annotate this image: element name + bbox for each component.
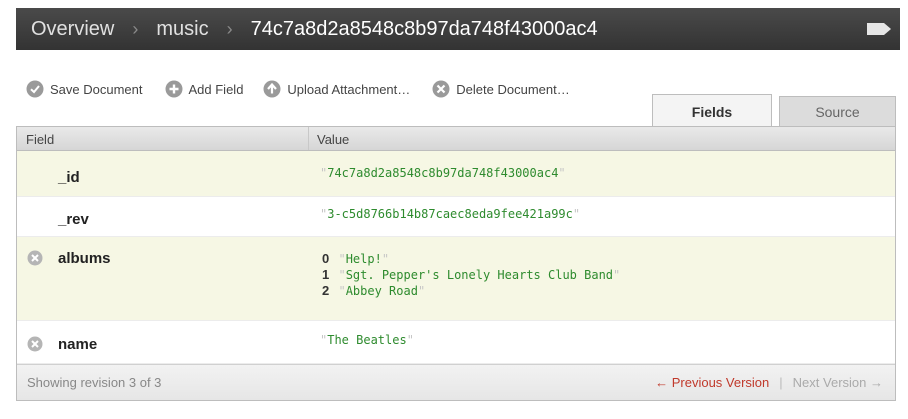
field-name-cell: albums <box>17 237 309 320</box>
arrow-up-circle-icon <box>263 80 281 98</box>
tab-source[interactable]: Source <box>779 96 896 127</box>
quote-mark: " <box>338 284 346 298</box>
breadcrumb-overview[interactable]: Overview <box>31 18 114 41</box>
quote-mark: " <box>338 268 346 282</box>
x-circle-icon <box>432 80 450 98</box>
breadcrumb-bar: Overview › music › 74c7a8d2a8548c8b97da7… <box>16 8 900 50</box>
add-field-label: Add Field <box>188 81 244 97</box>
table-row-albums: albums 0 "Help!" 1 "Sgt. Pepper's Lonely… <box>17 237 895 321</box>
field-value-name[interactable]: "The Beatles" <box>309 321 895 363</box>
breadcrumb-document-id: 74c7a8d2a8548c8b97da748f43000ac4 <box>250 17 598 40</box>
pager-separator: | <box>779 375 783 390</box>
field-name-albums[interactable]: albums <box>58 250 111 267</box>
table-row-id: _id "74c7a8d2a8548c8b97da748f43000ac4" <box>17 151 895 197</box>
table-row-name: name "The Beatles" <box>17 321 895 364</box>
delete-document-label: Delete Document… <box>456 81 570 97</box>
table-footer: Showing revision 3 of 3 ← Previous Versi… <box>17 364 895 400</box>
array-index: 2 <box>322 283 330 298</box>
quote-mark: " <box>417 284 426 298</box>
array-index: 0 <box>322 251 330 266</box>
table-header: Field Value <box>17 127 895 151</box>
quote-mark: " <box>381 252 390 266</box>
array-item[interactable]: 2 "Abbey Road" <box>322 283 895 299</box>
rev-value: 3-c5d8766b14b87caec8eda9fee421a99c <box>327 207 573 221</box>
table-row-rev: _rev "3-c5d8766b14b87caec8eda9fee421a99c… <box>17 197 895 237</box>
quote-mark: " <box>338 252 346 266</box>
array-value: Help! <box>345 252 382 266</box>
field-name-cell: _id <box>17 151 309 196</box>
field-name-cell: _rev <box>17 197 309 236</box>
delete-field-icon[interactable] <box>27 250 43 266</box>
name-value: The Beatles <box>327 333 407 347</box>
column-header-field: Field <box>17 127 309 150</box>
save-document-label: Save Document <box>50 81 143 97</box>
quote-mark: " <box>572 207 581 221</box>
next-version-link[interactable]: Next Version → <box>793 375 883 390</box>
array-item[interactable]: 0 "Help!" <box>322 251 895 267</box>
field-value-id: "74c7a8d2a8548c8b97da748f43000ac4" <box>309 151 895 196</box>
id-value: 74c7a8d2a8548c8b97da748f43000ac4 <box>327 166 559 180</box>
previous-version-link[interactable]: ← Previous Version <box>655 375 769 390</box>
field-value-rev: "3-c5d8766b14b87caec8eda9fee421a99c" <box>309 197 895 236</box>
quote-mark: " <box>613 268 621 282</box>
breadcrumb-database[interactable]: music <box>156 18 208 41</box>
save-document-button[interactable]: Save Document <box>26 80 143 98</box>
add-field-button[interactable]: Add Field <box>165 80 244 98</box>
field-name-name[interactable]: name <box>58 336 97 353</box>
fields-table: Field Value _id "74c7a8d2a8548c8b97da748… <box>16 126 896 401</box>
revision-status: Showing revision 3 of 3 <box>27 375 162 390</box>
quote-mark: " <box>406 333 414 347</box>
tab-fields[interactable]: Fields <box>652 94 772 128</box>
field-value-albums: 0 "Help!" 1 "Sgt. Pepper's Lonely Hearts… <box>309 237 895 320</box>
upload-attachment-button[interactable]: Upload Attachment… <box>263 80 410 98</box>
column-header-value: Value <box>317 132 350 147</box>
field-name-cell: name <box>17 321 309 363</box>
quote-mark: " <box>558 166 566 180</box>
array-index: 1 <box>322 267 330 282</box>
tag-icon[interactable] <box>866 22 892 36</box>
array-value: Abbey Road <box>345 284 418 298</box>
breadcrumb-separator: › <box>226 18 233 39</box>
field-name-id: _id <box>58 169 80 186</box>
delete-document-button[interactable]: Delete Document… <box>432 80 570 98</box>
array-value: Sgt. Pepper's Lonely Hearts Club Band <box>345 268 614 282</box>
upload-attachment-label: Upload Attachment… <box>287 81 411 97</box>
delete-field-icon[interactable] <box>27 336 43 352</box>
check-circle-icon <box>26 80 44 98</box>
breadcrumb-separator: › <box>132 18 139 39</box>
document-toolbar: Save Document Add Field Upload Attachmen… <box>26 80 592 98</box>
field-name-rev: _rev <box>58 211 89 228</box>
array-item[interactable]: 1 "Sgt. Pepper's Lonely Hearts Club Band… <box>322 267 895 283</box>
revision-pager: ← Previous Version | Next Version → <box>655 375 883 390</box>
plus-circle-icon <box>165 80 182 98</box>
